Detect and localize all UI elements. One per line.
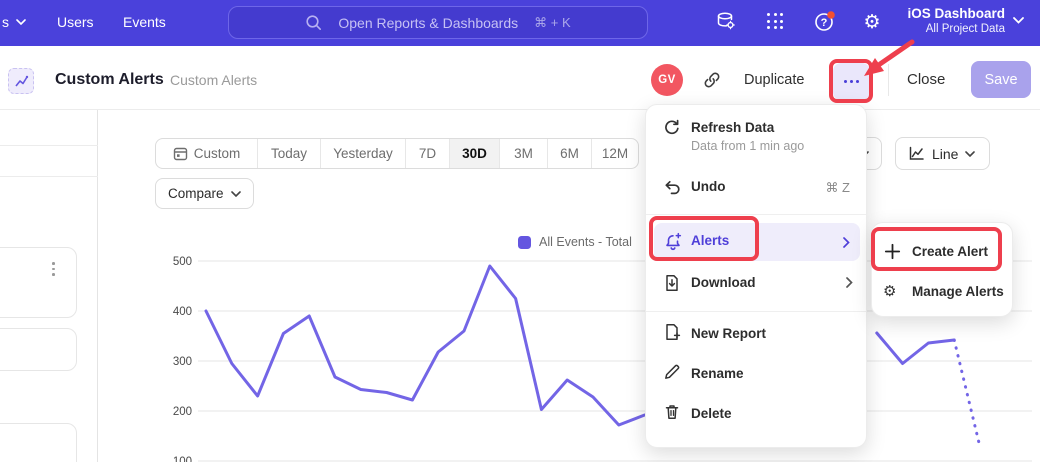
refresh-icon <box>662 118 682 138</box>
menu-subtitle: Data from 1 min ago <box>691 139 804 153</box>
plus-icon <box>884 243 901 260</box>
project-name: iOS Dashboard <box>907 6 1005 21</box>
report-card[interactable] <box>0 423 77 462</box>
calendar-icon <box>173 146 188 161</box>
close-button[interactable]: Close <box>907 71 945 88</box>
submenu-label: Create Alert <box>912 244 988 259</box>
range-today[interactable]: Today <box>258 139 321 168</box>
search-shortcut: ⌘ + K <box>534 15 571 31</box>
line-chart-icon <box>908 145 925 162</box>
project-scope: All Project Data <box>907 23 1005 35</box>
menu-item-alerts[interactable]: Alerts <box>654 223 860 261</box>
y-axis-label: 200 <box>173 406 192 418</box>
chart-type-label: Line <box>932 146 958 162</box>
search-input[interactable]: Open Reports & Dashboards ⌘ + K <box>228 6 648 39</box>
y-axis-label: 300 <box>173 356 192 368</box>
project-switcher[interactable]: iOS Dashboard All Project Data <box>907 6 1024 35</box>
date-range-selector: CustomTodayYesterday7D30D3M6M12M <box>155 138 639 169</box>
chevron-right-icon <box>846 277 853 288</box>
more-options-menu: Refresh Data Data from 1 min ago Undo ⌘ … <box>645 104 867 448</box>
series-solid <box>206 266 645 425</box>
menu-label: Refresh Data <box>691 120 774 135</box>
pencil-icon <box>662 362 682 382</box>
report-header: Custom Alerts Custom Alerts GV Duplicate… <box>0 46 1040 110</box>
menu-label: Undo <box>691 179 726 194</box>
more-options-button[interactable] <box>833 63 870 100</box>
legend-swatch <box>518 236 531 249</box>
menu-label: Delete <box>691 406 732 421</box>
alerts-submenu: Create Alert ⚙ Manage Alerts <box>871 222 1013 317</box>
range-6m[interactable]: 6M <box>548 139 592 168</box>
header-divider <box>888 64 889 96</box>
chart-type-button[interactable]: Line <box>895 137 990 170</box>
menu-label: Rename <box>691 366 744 381</box>
app-window: 500 400 300 200 100 All Events - Total Custo… <box>0 0 1040 462</box>
range-custom[interactable]: Custom <box>156 139 258 168</box>
undo-icon <box>662 177 682 197</box>
series-solid <box>877 333 954 364</box>
range-yesterday[interactable]: Yesterday <box>321 139 406 168</box>
report-card[interactable] <box>0 328 77 371</box>
nav-item-users[interactable]: Users <box>57 14 94 30</box>
submenu-label: Manage Alerts <box>912 284 1004 299</box>
y-axis-label: 400 <box>173 306 192 318</box>
compare-button[interactable]: Compare <box>155 178 254 209</box>
chart-legend[interactable]: All Events - Total <box>518 235 632 249</box>
nav-item-partial[interactable]: s <box>2 14 26 30</box>
duplicate-button[interactable]: Duplicate <box>744 72 804 88</box>
range-3m[interactable]: 3M <box>500 139 548 168</box>
data-management-icon[interactable] <box>715 10 737 34</box>
chevron-down-icon <box>16 19 26 25</box>
menu-divider <box>646 311 866 312</box>
menu-label: Download <box>691 275 756 290</box>
bell-plus-icon <box>663 232 683 252</box>
sidebar-divider <box>0 145 98 146</box>
mini-line-chart-icon <box>14 74 29 89</box>
chevron-down-icon <box>965 151 975 157</box>
menu-divider <box>646 214 866 215</box>
chevron-right-icon <box>843 237 850 248</box>
help-icon[interactable]: ? <box>814 10 836 34</box>
report-card[interactable] <box>0 247 77 318</box>
avatar[interactable]: GV <box>651 64 683 96</box>
menu-label: New Report <box>691 326 766 341</box>
settings-gear-icon[interactable]: ⚙ <box>861 10 883 34</box>
breadcrumb: Custom Alerts <box>170 72 257 88</box>
share-link-icon[interactable] <box>702 70 722 90</box>
range-12m[interactable]: 12M <box>592 139 638 168</box>
range-7d[interactable]: 7D <box>406 139 450 168</box>
legend-label: All Events - Total <box>539 235 632 249</box>
nav-item-events[interactable]: Events <box>123 14 166 30</box>
page-title: Custom Alerts <box>55 71 164 89</box>
download-icon <box>662 273 682 293</box>
gear-icon: ⚙ <box>883 284 896 299</box>
reports-sidebar <box>0 110 98 462</box>
compare-label: Compare <box>168 186 224 201</box>
chevron-down-icon <box>231 191 241 197</box>
y-axis-label: 100 <box>173 456 192 462</box>
svg-text:?: ? <box>821 17 828 29</box>
top-navbar: s Users Events Open Reports & Dashboards… <box>0 0 1040 46</box>
y-axis-label: 500 <box>173 256 192 268</box>
apps-grid-icon[interactable] <box>765 10 787 34</box>
search-placeholder: Open Reports & Dashboards <box>338 15 518 31</box>
report-type-icon <box>8 68 34 94</box>
sidebar-divider <box>0 176 98 177</box>
save-button[interactable]: Save <box>971 61 1031 98</box>
chevron-down-icon <box>1013 17 1024 24</box>
kebab-menu-icon[interactable] <box>52 262 55 276</box>
new-report-icon <box>662 322 682 342</box>
menu-label: Alerts <box>691 233 729 248</box>
trash-icon <box>662 402 682 422</box>
range-30d[interactable]: 30D <box>450 139 500 168</box>
menu-shortcut: ⌘ Z <box>825 180 850 196</box>
series-dotted <box>954 340 980 447</box>
search-icon <box>305 14 322 31</box>
